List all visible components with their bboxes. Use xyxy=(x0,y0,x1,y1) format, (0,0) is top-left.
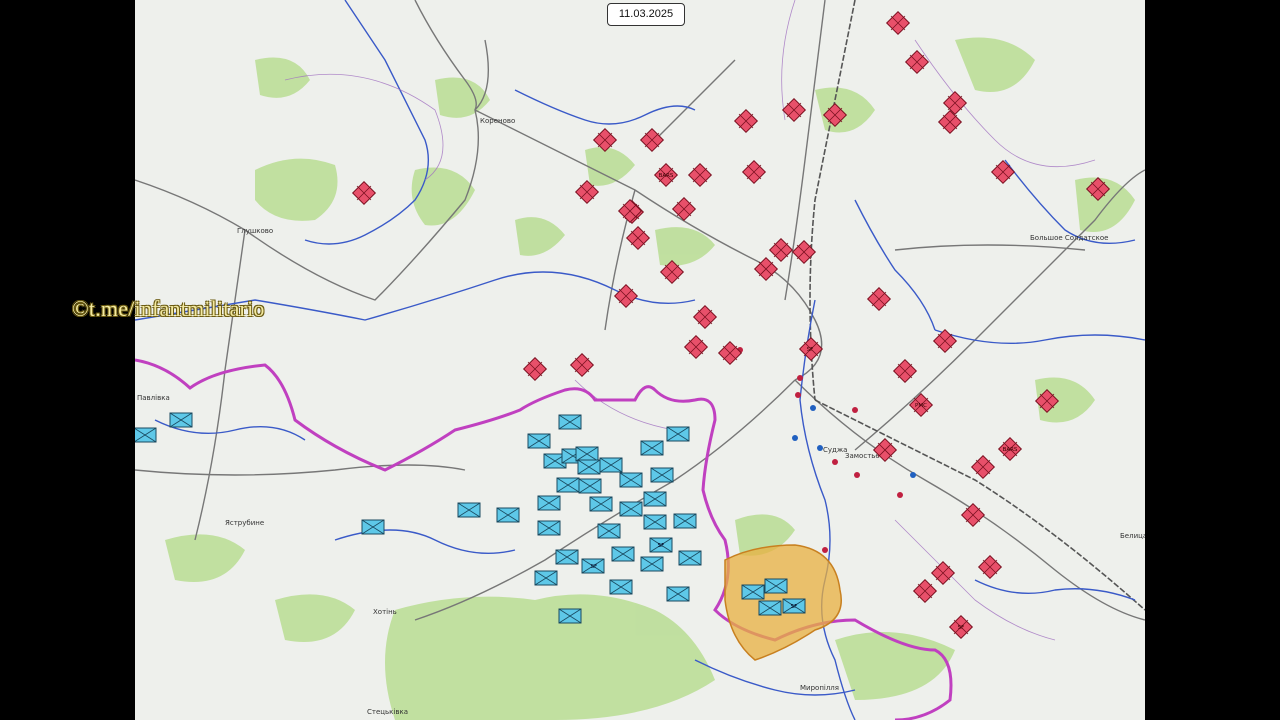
place-label: Замостье xyxy=(845,452,880,460)
ukrainian-unit-marker[interactable] xyxy=(599,457,623,473)
ukrainian-unit-marker[interactable] xyxy=(640,440,664,456)
unit-type-label: BARS xyxy=(659,173,674,179)
ukrainian-unit-marker[interactable] xyxy=(619,472,643,488)
ukrainian-unit-marker[interactable] xyxy=(643,514,667,530)
place-label: Большое Солдатское xyxy=(1030,234,1108,242)
unit-type-label: BARS xyxy=(1003,447,1018,453)
ukrainian-unit-marker[interactable] xyxy=(537,520,561,536)
ukrainian-unit-marker[interactable] xyxy=(609,579,633,595)
ukrainian-unit-marker[interactable] xyxy=(758,600,782,616)
map-svg: Кореново Глушково Павлівка Яструбине Хот… xyxy=(135,0,1145,720)
ukrainian-unit-marker[interactable] xyxy=(527,433,551,449)
ukrainian-unit-marker[interactable] xyxy=(597,523,621,539)
place-label: Кореново xyxy=(480,117,515,125)
unit-type-label: SF xyxy=(591,564,598,570)
channel-watermark: ©t.me/infantmilitario xyxy=(72,296,265,321)
ukrainian-unit-marker[interactable] xyxy=(169,412,193,428)
unit-type-label: SF xyxy=(958,625,965,631)
ukrainian-unit-marker[interactable] xyxy=(558,414,582,430)
ukrainian-unit-marker[interactable] xyxy=(558,608,582,624)
ukrainian-unit-marker[interactable] xyxy=(537,495,561,511)
ukrainian-unit-marker[interactable] xyxy=(555,549,579,565)
ukrainian-unit-marker[interactable] xyxy=(578,478,602,494)
place-label: Глушково xyxy=(237,227,273,235)
ukrainian-unit-marker[interactable] xyxy=(640,556,664,572)
unit-type-label: PMC xyxy=(915,403,927,409)
map-canvas[interactable]: Кореново Глушково Павлівка Яструбине Хот… xyxy=(135,0,1145,720)
ukrainian-unit-marker[interactable] xyxy=(741,584,765,600)
ukrainian-unit-marker[interactable] xyxy=(577,459,601,475)
place-label: Павлівка xyxy=(137,394,170,402)
place-label: Миропілля xyxy=(800,684,839,692)
ukrainian-unit-marker[interactable] xyxy=(457,502,481,518)
unit-type-label: SF xyxy=(791,604,798,610)
ukrainian-unit-marker[interactable] xyxy=(666,426,690,442)
ukrainian-unit-marker[interactable] xyxy=(673,513,697,529)
ukrainian-unit-marker[interactable] xyxy=(135,427,157,443)
place-label: Суджа xyxy=(823,446,847,454)
date-badge: 11.03.2025 xyxy=(607,3,685,26)
ukrainian-unit-marker[interactable] xyxy=(361,519,385,535)
ukrainian-unit-marker[interactable] xyxy=(764,578,788,594)
ukrainian-unit-marker[interactable] xyxy=(556,477,580,493)
place-label: Стецьківка xyxy=(367,708,408,716)
place-label: Яструбине xyxy=(225,519,264,527)
ukrainian-unit-marker[interactable] xyxy=(643,491,667,507)
ukrainian-unit-marker[interactable] xyxy=(619,501,643,517)
ukrainian-unit-marker[interactable] xyxy=(589,496,613,512)
ukrainian-unit-marker[interactable] xyxy=(534,570,558,586)
ukrainian-unit-marker[interactable] xyxy=(496,507,520,523)
place-label: Белица xyxy=(1120,532,1145,540)
ukrainian-unit-marker[interactable] xyxy=(650,467,674,483)
ukrainian-unit-marker[interactable] xyxy=(575,446,599,462)
ukrainian-unit-marker[interactable] xyxy=(678,550,702,566)
ukrainian-unit-marker[interactable] xyxy=(611,546,635,562)
place-label: Хотінь xyxy=(373,608,397,616)
ukrainian-unit-marker[interactable] xyxy=(666,586,690,602)
unit-type-label: SF xyxy=(807,347,814,353)
unit-type-label: SF xyxy=(658,543,665,549)
